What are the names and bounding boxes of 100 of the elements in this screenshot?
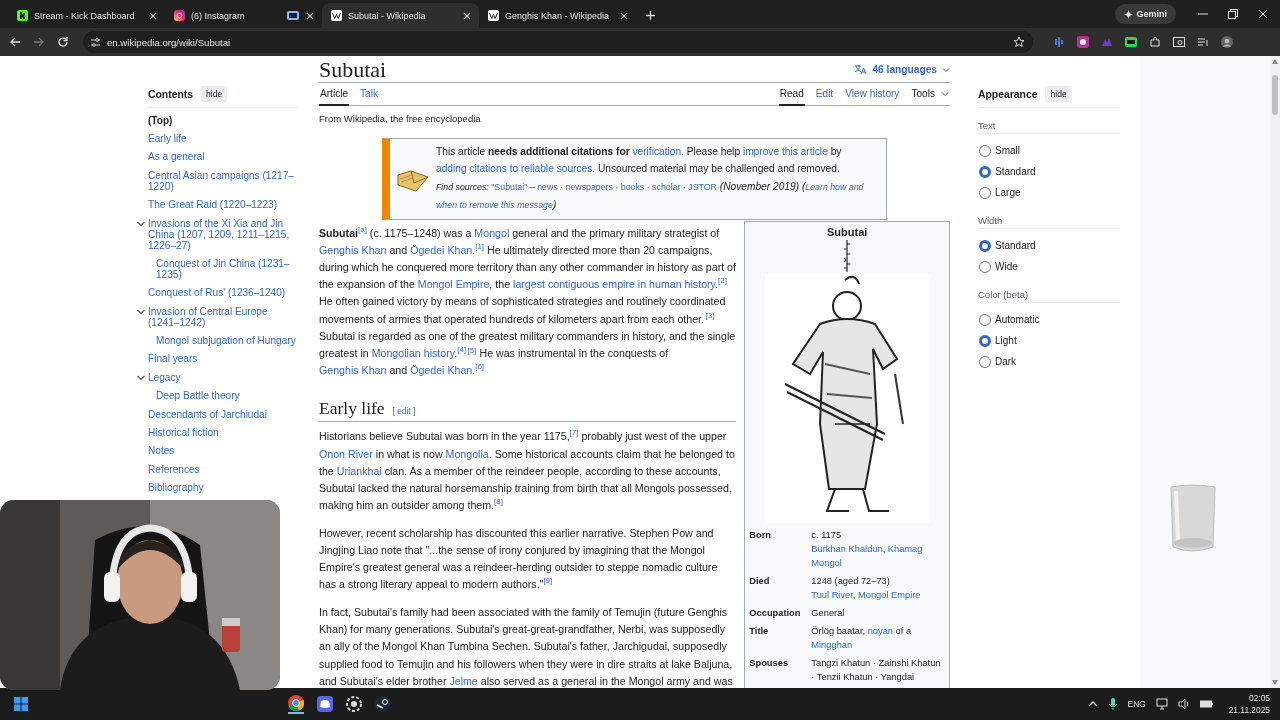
browser-tab[interactable]: Stream - Kick Dashboard	[8, 3, 165, 28]
volume-icon[interactable]	[1177, 698, 1190, 710]
article-link[interactable]: Genghis Khan	[319, 243, 387, 256]
article-link[interactable]: Genghis Khan	[319, 364, 387, 377]
avatar-icon[interactable]	[1221, 36, 1233, 48]
scroll-up-icon[interactable]	[1272, 59, 1278, 64]
article-link[interactable]: newspapers	[565, 181, 613, 192]
article-link[interactable]: when to remove this message	[436, 200, 553, 211]
article-link[interactable]: Onon River	[319, 447, 373, 460]
contents-link[interactable]: Early life	[148, 133, 187, 145]
browser-tab[interactable]: (6) Instagram	[165, 3, 322, 28]
add-icon[interactable]	[645, 10, 656, 21]
contents-link[interactable]: Deep Battle theory	[156, 390, 240, 402]
scrollbar-thumb[interactable]	[1272, 75, 1278, 115]
clock[interactable]: 02:05 21.11.2025	[1228, 692, 1270, 716]
radio-button[interactable]	[979, 144, 991, 157]
hide-button[interactable]: hide	[1045, 86, 1072, 102]
infobox-link[interactable]: Mongol Empire	[858, 589, 921, 600]
contents-link[interactable]: Conquest of Rus' (1236–1240)	[148, 287, 286, 299]
contents-link[interactable]: Invasion of Central Europe (1241–1242)	[148, 305, 298, 328]
address-field[interactable]: en.wikipedia.org/wiki/Subutai	[83, 31, 1033, 53]
contents-link[interactable]: As a general	[148, 151, 205, 163]
infobox-link[interactable]: Mongol	[811, 557, 842, 568]
browser-tab[interactable]: Subutai - Wikipedia	[322, 3, 479, 28]
language-indicator[interactable]: ENG	[1127, 699, 1146, 709]
gemini-button[interactable]: Gemini	[1115, 4, 1176, 24]
infobox-link[interactable]: Mingghan	[811, 639, 853, 650]
contents-link[interactable]: References	[148, 463, 200, 475]
article-link[interactable]: Uriankhai	[336, 464, 382, 477]
article-link[interactable]: Jelme	[449, 674, 478, 687]
radio-button[interactable]	[979, 334, 991, 347]
contents-link[interactable]: Final years	[148, 353, 198, 365]
maximize-icon[interactable]	[1228, 9, 1238, 19]
radio-button[interactable]	[979, 239, 991, 252]
extension-icon[interactable]	[1077, 36, 1089, 48]
radio-button[interactable]	[979, 186, 991, 199]
back-icon[interactable]	[9, 36, 21, 48]
contents-link[interactable]: Central Asian campaigns (1217–1220)	[148, 169, 298, 192]
contents-link[interactable]: Descendants of Jarchiudai	[148, 408, 267, 420]
languages-button[interactable]: 46 languages	[854, 64, 950, 75]
start-icon[interactable]	[14, 697, 28, 711]
hide-button[interactable]: hide	[201, 86, 228, 102]
contents-link[interactable]: Invasions of the Xi Xia and Jin China (1207, 1209, 1211–1215, 1226–27)	[148, 217, 298, 251]
page-tab[interactable]: View history	[844, 83, 901, 106]
contents-link[interactable]: Bibliography	[148, 482, 204, 494]
browser-icon[interactable]	[288, 694, 304, 714]
infobox-link[interactable]: Tuul River	[811, 589, 853, 600]
infobox-link[interactable]: noyan	[867, 625, 893, 636]
puzzle-icon[interactable]	[1149, 36, 1161, 48]
contents-link[interactable]: (Top)	[148, 114, 173, 126]
article-link[interactable]: largest contiguous empire in human	[513, 278, 682, 291]
page-tab[interactable]: Article	[319, 83, 350, 106]
chat-icon[interactable]	[317, 696, 333, 712]
contents-link[interactable]: Mongol subjugation of Hungary	[156, 335, 296, 347]
tools-menu[interactable]: Tools	[910, 83, 950, 106]
article-link[interactable]: news	[537, 181, 558, 192]
contents-link[interactable]: Legacy	[148, 371, 181, 383]
scrollbar[interactable]	[1270, 56, 1280, 688]
close-icon[interactable]	[462, 10, 472, 21]
contents-link[interactable]: Historical fiction	[148, 426, 219, 438]
contents-link[interactable]: Notes	[148, 445, 175, 457]
article-link[interactable]: improve this article	[742, 146, 828, 157]
contents-link[interactable]: Conquest of Jin China (1231–1235)	[156, 257, 298, 280]
article-link[interactable]: Learn how and	[805, 181, 864, 192]
reload-icon[interactable]	[57, 36, 69, 48]
media-queue-icon[interactable]	[1197, 36, 1209, 48]
extension-icon[interactable]	[1125, 36, 1137, 48]
page-tab[interactable]: Edit	[814, 83, 835, 106]
app-icon[interactable]	[375, 696, 391, 712]
browser-tab[interactable]: Genghis Khan - Wikipedia	[479, 3, 636, 28]
site-settings-icon[interactable]	[90, 36, 101, 48]
close-icon[interactable]	[619, 10, 629, 21]
forward-icon[interactable]	[33, 36, 45, 48]
battery-icon[interactable]	[1199, 699, 1213, 709]
chevron-up-icon[interactable]	[1087, 699, 1098, 709]
page-tab[interactable]: Talk	[359, 83, 379, 106]
radio-button[interactable]	[979, 355, 991, 368]
network-icon[interactable]	[1155, 698, 1168, 710]
radio-button[interactable]	[979, 165, 991, 178]
article-link[interactable]: "Subutai"	[491, 181, 528, 192]
gear-icon[interactable]	[346, 696, 362, 712]
close-icon[interactable]	[305, 10, 315, 21]
article-link[interactable]: JSTOR	[688, 181, 717, 192]
article-link[interactable]: Mongol	[474, 226, 510, 239]
edit-link[interactable]: [ edit ]	[392, 406, 416, 417]
infobox-link[interactable]: Khamag	[887, 543, 923, 554]
close-icon[interactable]	[1258, 9, 1268, 19]
article-link[interactable]: scholar	[652, 181, 681, 192]
infobox-link[interactable]: Burkhan Khaldun	[811, 543, 883, 554]
article-link[interactable]: books	[620, 181, 645, 192]
contents-link[interactable]: The Great Raid (1220–1223)	[148, 199, 278, 211]
page-tab[interactable]: Read	[778, 83, 805, 106]
radio-button[interactable]	[979, 313, 991, 326]
radio-button[interactable]	[979, 260, 991, 273]
tab-search-icon[interactable]	[1173, 36, 1185, 48]
microphone-icon[interactable]	[1107, 698, 1118, 710]
scroll-down-icon[interactable]	[1272, 680, 1278, 685]
article-link[interactable]: Mongolia	[445, 447, 489, 460]
close-icon[interactable]	[148, 10, 158, 21]
bookmark-star-icon[interactable]	[1013, 36, 1025, 48]
